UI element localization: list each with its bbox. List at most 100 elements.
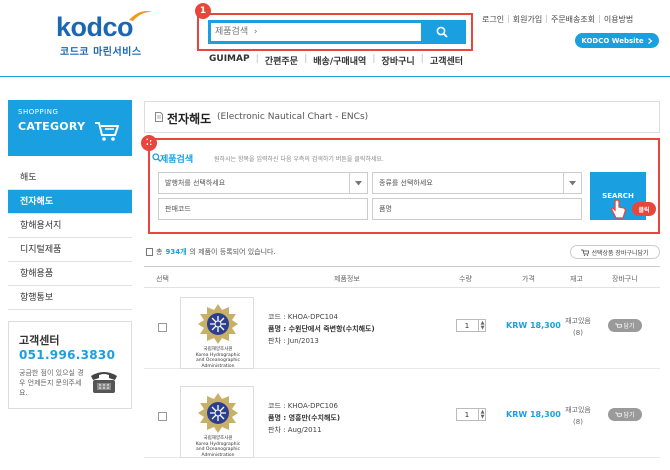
type-select-value: 종류를 선택하세요 <box>379 179 433 187</box>
sales-code-input[interactable]: 판매코드 <box>158 198 368 220</box>
code-label: 코드 : <box>268 313 288 321</box>
dropdown-arrow-icon <box>563 173 581 193</box>
quantity-value: 1 <box>464 410 470 419</box>
signup-link[interactable]: 회원가입 <box>513 14 542 25</box>
step-badge-1: 1 <box>195 3 211 19</box>
add-to-cart-button[interactable]: 담기 <box>608 319 642 332</box>
product-name[interactable]: 수원단에서 죽변항(수치해도) <box>289 325 375 333</box>
product-edition: Aug/2011 <box>287 426 322 434</box>
product-thumbnail[interactable]: 국립해양조사원 Korea Hydrographic and Oceanogra… <box>180 297 254 369</box>
nav-quick-order[interactable]: 간편주문 <box>259 54 304 67</box>
nav-orders[interactable]: 배송/구매내역 <box>307 54 372 67</box>
type-select[interactable]: 종류를 선택하세요 <box>372 172 582 194</box>
kodco-website-button[interactable]: KODCO Website <box>575 33 659 48</box>
table-row: 국립해양조사원 Korea Hydrographic and Oceanogra… <box>144 289 660 369</box>
cart-icon <box>581 249 590 256</box>
page-title: 전자해도 <box>167 112 212 126</box>
page-title-bar: 전자해도 (Electronic Nautical Chart - ENCs) <box>144 101 660 133</box>
publisher-select[interactable]: 발행처를 선택하세요 <box>158 172 368 194</box>
header-info: 제품정보 <box>334 275 360 283</box>
khoa-emblem-icon <box>198 304 238 344</box>
link-divider: | <box>598 14 601 23</box>
edition-label: 판차 : <box>268 426 288 434</box>
main-nav: GUIMAP | 간편주문 | 배송/구매내역 | 장바구니 | 고객센터 <box>203 54 469 67</box>
stock-status: 재고있음 <box>565 406 591 414</box>
add-to-cart-label: 담기 <box>623 323 635 330</box>
stock-count: (8) <box>573 329 583 337</box>
sidebar-item-digital-products[interactable]: 디지털제품 <box>8 238 132 262</box>
document-icon <box>155 112 163 122</box>
customer-center-phone: 051.996.3830 <box>19 348 116 362</box>
sidebar-item-electronic-charts[interactable]: 전자해도 <box>8 190 132 214</box>
logo-wordmark[interactable]: kodco <box>56 12 134 43</box>
header-qty: 수량 <box>459 275 472 283</box>
sidebar-item-notices-to-mariners[interactable]: 항행통보 <box>8 286 132 310</box>
table-row: 국립해양조사원 Korea Hydrographic and Oceanogra… <box>144 378 660 458</box>
header-price: 가격 <box>522 275 535 283</box>
dropdown-arrow-icon <box>349 173 367 193</box>
publisher-select-value: 발행처를 선택하세요 <box>165 179 226 187</box>
cart-icon <box>615 411 623 417</box>
global-search <box>208 20 466 44</box>
search-input[interactable] <box>215 23 423 41</box>
count-suffix: 의 제품이 등록되어 있습니다. <box>189 248 276 256</box>
product-count: 총 934개 의 제품이 등록되어 있습니다. <box>146 247 276 257</box>
click-label: 클릭 <box>632 202 656 216</box>
header-cart: 장바구니 <box>612 275 638 283</box>
add-to-cart-button[interactable]: 담기 <box>608 408 642 421</box>
login-link[interactable]: 로그인 <box>482 14 504 25</box>
link-divider: | <box>545 14 548 23</box>
telephone-icon <box>91 372 117 393</box>
row-checkbox[interactable] <box>158 412 167 421</box>
name-label: 품명 : <box>268 325 289 333</box>
nav-support[interactable]: 고객센터 <box>424 54 469 67</box>
customer-center-box: 고객센터 051.996.3830 궁금한 점이 있으실 경우 언제든지 문의주… <box>8 321 132 409</box>
stock-status: 재고있음 <box>565 317 591 325</box>
product-code: KHOA-DPC104 <box>287 313 338 321</box>
name-label: 품명 : <box>268 414 289 422</box>
product-name-input[interactable]: 품명 <box>372 198 582 220</box>
document-icon <box>146 248 153 256</box>
table-header: 선택 제품정보 수량 가격 재고 장바구니 <box>144 266 660 288</box>
count-prefix: 총 <box>156 248 163 256</box>
product-price: KRW 18,300 <box>506 410 561 419</box>
search-button[interactable] <box>421 23 463 41</box>
link-divider: | <box>507 14 510 23</box>
customer-center-text: 궁금한 점이 있으실 경우 언제든지 문의주세요. <box>19 369 84 397</box>
nav-guimap[interactable]: GUIMAP <box>203 54 256 67</box>
category-list: 해도 전자해도 항해용서지 디지털제품 항해용품 항행통보 <box>8 166 132 310</box>
sales-code-placeholder: 판매코드 <box>165 205 191 213</box>
product-name-placeholder: 품명 <box>379 205 392 213</box>
quantity-spinner[interactable]: ▲ ▼ <box>478 408 486 421</box>
spin-down-icon: ▼ <box>480 413 485 420</box>
page-subtitle: (Electronic Nautical Chart - ENCs) <box>217 112 369 122</box>
header-divider <box>0 76 670 77</box>
top-links: 로그인 | 회원가입 | 주문배송조회 | 이용방법 <box>482 14 633 25</box>
nav-cart[interactable]: 장바구니 <box>376 54 421 67</box>
category-header-small: SHOPPING <box>18 108 59 116</box>
row-checkbox[interactable] <box>158 323 167 332</box>
quantity-spinner[interactable]: ▲ ▼ <box>478 319 486 332</box>
kodco-website-label: KODCO Website <box>581 36 644 45</box>
product-name[interactable]: 영흥만(수치해도) <box>289 414 340 422</box>
sidebar-item-navigation-supplies[interactable]: 항해용품 <box>8 262 132 286</box>
panel-description: 원하시는 항목을 입력하신 다음 우측의 검색하기 버튼을 클릭하세요. <box>214 156 384 163</box>
sidebar-item-nautical-publications[interactable]: 항해용서지 <box>8 214 132 238</box>
logo-swoosh-icon <box>129 11 153 21</box>
code-label: 코드 : <box>268 402 288 410</box>
product-info: 코드 : KHOA-DPC106 품명 : 영흥만(수치해도) 판차 : Aug… <box>268 400 340 436</box>
cart-icon <box>615 322 623 328</box>
count-value: 934개 <box>165 248 187 256</box>
add-to-cart-label: 담기 <box>623 412 635 419</box>
product-thumbnail[interactable]: 국립해양조사원 Korea Hydrographic and Oceanogra… <box>180 386 254 458</box>
add-selected-to-cart-button[interactable]: 선택상품 장바구니담기 <box>570 245 660 259</box>
sidebar-item-charts[interactable]: 해도 <box>8 166 132 190</box>
order-tracking-link[interactable]: 주문배송조회 <box>551 14 595 25</box>
emblem-caption: 국립해양조사원 Korea Hydrographic and Oceanogra… <box>195 347 241 369</box>
how-to-use-link[interactable]: 이용방법 <box>604 14 633 25</box>
header-stock: 재고 <box>570 275 583 283</box>
product-code: KHOA-DPC106 <box>287 402 338 410</box>
quantity-value: 1 <box>464 321 470 330</box>
category-header: SHOPPING CATEGORY <box>8 100 132 156</box>
chevron-right-icon <box>647 37 653 44</box>
